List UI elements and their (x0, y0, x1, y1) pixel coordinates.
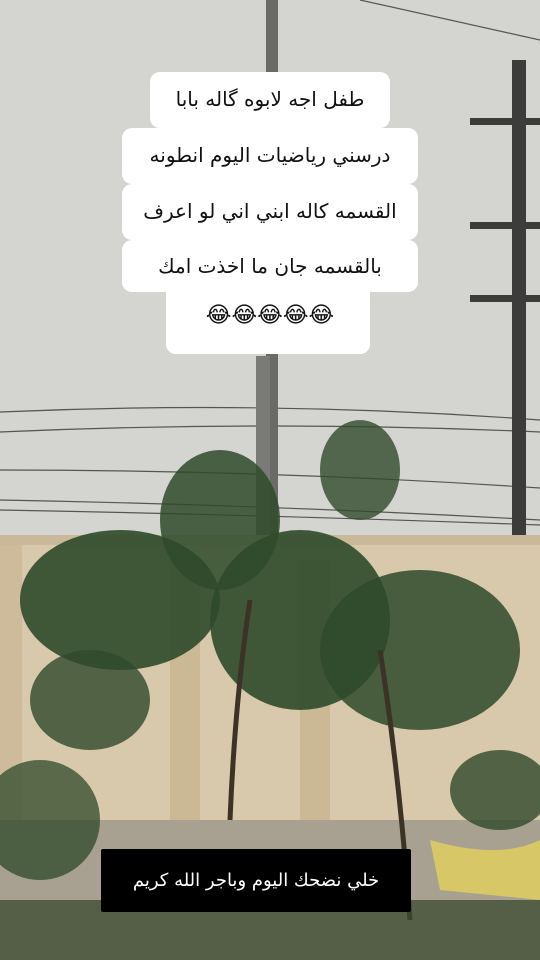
footer-text-label: خلي نضحك اليوم وباجر الله كريم (101, 849, 411, 912)
caption-line-3: القسمه كاله ابني اني لو اعرف (143, 199, 397, 223)
caption-line-2: درسني رياضيات اليوم انطونه (149, 143, 391, 167)
caption-emoji-line: 😂😂😂😂😂 (205, 303, 335, 328)
caption-line-1: طفل اجه لابوه گاله بابا (175, 87, 365, 111)
caption-line-4: بالقسمه جان ما اخذت امك (158, 254, 382, 278)
